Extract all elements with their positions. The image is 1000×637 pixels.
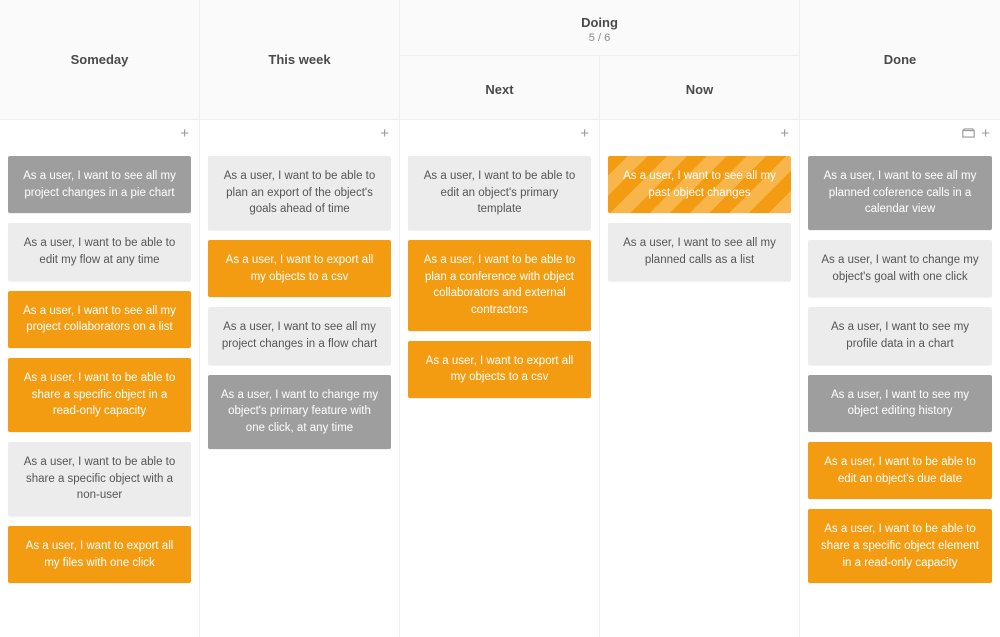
add-row-now: +	[600, 120, 799, 146]
subcolumn-next: + As a user, I want to be able to edit a…	[400, 120, 600, 637]
column-header-doing: Doing 5 / 6 Next Now	[400, 0, 799, 120]
cards-now: As a user, I want to see all my past obj…	[600, 146, 799, 637]
card[interactable]: As a user, I want to see all my project …	[8, 156, 191, 213]
subcolumn-title: Next	[485, 82, 513, 97]
card[interactable]: As a user, I want to export all my files…	[8, 526, 191, 583]
card[interactable]: As a user, I want to export all my objec…	[408, 341, 591, 398]
card[interactable]: As a user, I want to change my object's …	[208, 375, 391, 449]
column-title: Someday	[71, 52, 129, 67]
add-card-button[interactable]: +	[580, 126, 589, 141]
card[interactable]: As a user, I want to see all my past obj…	[608, 156, 791, 213]
column-this-week: This week + As a user, I want to be able…	[200, 0, 400, 637]
card[interactable]: As a user, I want to see my object editi…	[808, 375, 992, 432]
subcolumn-now: + As a user, I want to see all my past o…	[600, 120, 799, 637]
column-doing: Doing 5 / 6 Next Now + As a user, I want…	[400, 0, 800, 637]
add-card-button[interactable]: +	[180, 126, 189, 141]
column-header-done: Done	[800, 0, 1000, 120]
column-someday: Someday + As a user, I want to see all m…	[0, 0, 200, 637]
add-row-someday: +	[0, 120, 199, 146]
column-title: This week	[268, 52, 330, 67]
cards-someday: As a user, I want to see all my project …	[0, 146, 199, 637]
add-card-button[interactable]: +	[780, 126, 789, 141]
card[interactable]: As a user, I want to change my object's …	[808, 240, 992, 297]
subcolumn-header-next: Next	[400, 56, 600, 119]
card[interactable]: As a user, I want to see all my planned …	[608, 223, 791, 280]
column-done: Done + As a user, I want to see all my p…	[800, 0, 1000, 637]
add-row-this-week: +	[200, 120, 399, 146]
card[interactable]: As a user, I want to see all my planned …	[808, 156, 992, 230]
column-title: Doing	[581, 15, 618, 30]
add-row-next: +	[400, 120, 599, 146]
card[interactable]: As a user, I want to export all my objec…	[208, 240, 391, 297]
cards-next: As a user, I want to be able to edit an …	[400, 146, 599, 637]
cards-this-week: As a user, I want to be able to plan an …	[200, 146, 399, 637]
column-header-this-week: This week	[200, 0, 399, 120]
card[interactable]: As a user, I want to see all my project …	[208, 307, 391, 364]
kanban-board: Someday + As a user, I want to see all m…	[0, 0, 1000, 637]
card[interactable]: As a user, I want to be able to plan an …	[208, 156, 391, 230]
archive-icon[interactable]	[962, 128, 975, 138]
column-title: Done	[884, 52, 917, 67]
add-card-button[interactable]: +	[380, 126, 389, 141]
subcolumn-title: Now	[686, 82, 713, 97]
card[interactable]: As a user, I want to be able to share a …	[8, 442, 191, 516]
card[interactable]: As a user, I want to be able to edit an …	[808, 442, 992, 499]
card[interactable]: As a user, I want to see all my project …	[8, 291, 191, 348]
column-header-someday: Someday	[0, 0, 199, 120]
card[interactable]: As a user, I want to be able to edit an …	[408, 156, 591, 230]
add-card-button[interactable]: +	[981, 126, 990, 141]
card[interactable]: As a user, I want to be able to edit my …	[8, 223, 191, 280]
subcolumn-header-now: Now	[600, 56, 799, 119]
card[interactable]: As a user, I want to be able to plan a c…	[408, 240, 591, 331]
card[interactable]: As a user, I want to see my profile data…	[808, 307, 992, 364]
card[interactable]: As a user, I want to be able to share a …	[8, 358, 191, 432]
column-wip-count: 5 / 6	[589, 32, 610, 44]
add-row-done: +	[800, 120, 1000, 146]
card[interactable]: As a user, I want to be able to share a …	[808, 509, 992, 583]
cards-done: As a user, I want to see all my planned …	[800, 146, 1000, 637]
